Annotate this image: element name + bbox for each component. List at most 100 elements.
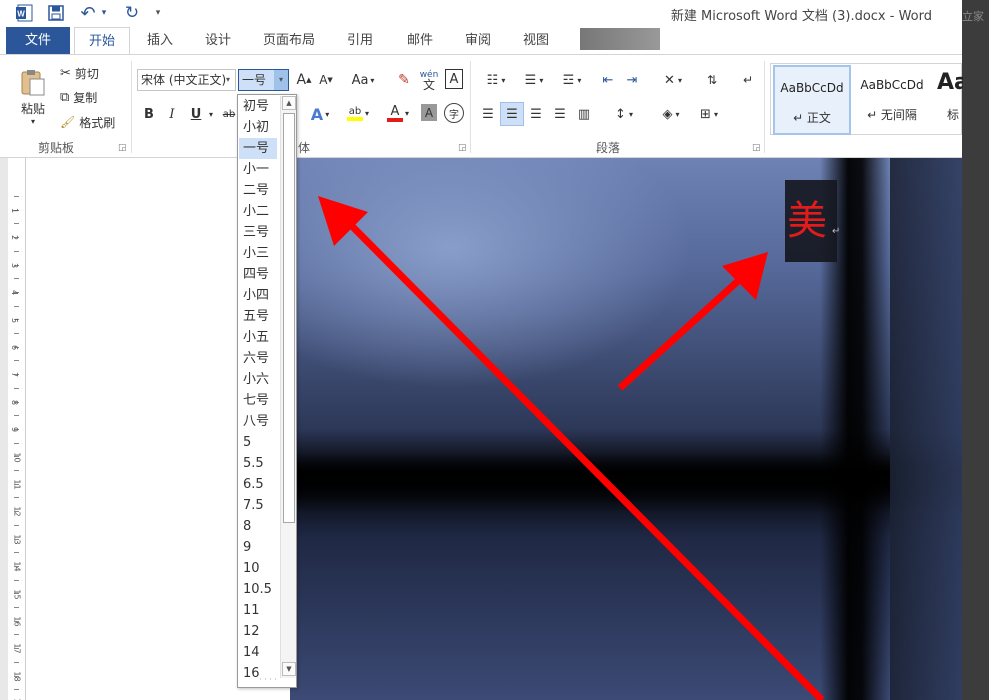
- font-size-option[interactable]: 三号: [239, 222, 277, 243]
- undo-icon[interactable]: ↶: [78, 3, 98, 24]
- tab-view[interactable]: 视图: [512, 27, 560, 54]
- tab-insert[interactable]: 插入: [136, 27, 184, 54]
- increase-indent-button[interactable]: ⇥: [622, 69, 642, 91]
- underline-dropdown-icon[interactable]: ▾: [206, 103, 216, 125]
- character-border-button[interactable]: A: [445, 69, 463, 89]
- copy-button[interactable]: ⧉ 复制: [60, 87, 97, 107]
- text-effects-button[interactable]: A ▾: [306, 103, 334, 125]
- cut-button[interactable]: ✂ 剪切: [60, 63, 99, 83]
- tab-references[interactable]: 引用: [336, 27, 384, 54]
- font-size-option[interactable]: 八号: [239, 411, 277, 432]
- font-size-option[interactable]: 6.5: [239, 474, 277, 495]
- tab-mailings[interactable]: 邮件: [396, 27, 444, 54]
- scroll-up-icon[interactable]: ▲: [282, 96, 296, 110]
- tab-design[interactable]: 设计: [194, 27, 242, 54]
- italic-button[interactable]: I: [164, 103, 180, 125]
- font-size-option[interactable]: 一号: [239, 138, 277, 159]
- grow-font-button[interactable]: A ▲: [296, 69, 312, 91]
- font-size-option[interactable]: 小初: [239, 117, 277, 138]
- character-shading-button[interactable]: A: [421, 104, 437, 121]
- font-color-button[interactable]: A ▾: [382, 101, 414, 125]
- style-normal[interactable]: AaBbCcDd ↵ 正文: [773, 65, 851, 135]
- line-spacing-button[interactable]: ↕ ▾: [608, 103, 640, 125]
- font-size-option[interactable]: 小一: [239, 159, 277, 180]
- scroll-down-icon[interactable]: ▼: [282, 662, 296, 676]
- style-no-spacing[interactable]: AaBbCcDd ↵ 无间隔: [853, 64, 931, 134]
- font-size-option[interactable]: 小四: [239, 285, 277, 306]
- numbering-button[interactable]: ☰ ▾: [516, 69, 552, 91]
- chinese-layout-button[interactable]: ✕ ▾: [656, 69, 690, 91]
- font-launcher-icon[interactable]: ◲: [458, 143, 467, 153]
- format-painter-button[interactable]: 🖌 格式刷: [60, 112, 115, 132]
- scroll-thumb[interactable]: [283, 113, 295, 523]
- borders-button[interactable]: ⊞ ▾: [692, 103, 726, 125]
- underline-button[interactable]: U: [188, 103, 204, 125]
- shrink-font-button[interactable]: A ▼: [318, 69, 334, 91]
- align-center-button[interactable]: ☰: [500, 102, 524, 126]
- font-size-option[interactable]: 8: [239, 516, 277, 537]
- multilevel-list-button[interactable]: ☲ ▾: [554, 69, 590, 91]
- clipboard-launcher-icon[interactable]: ◲: [118, 143, 127, 153]
- font-name-combo[interactable]: 宋体 (中文正文) ▾: [137, 69, 236, 91]
- font-size-option[interactable]: 四号: [239, 264, 277, 285]
- style-heading[interactable]: Aa 标: [933, 64, 963, 134]
- strikethrough-button[interactable]: ab: [222, 103, 236, 125]
- font-size-option[interactable]: 10.5: [239, 579, 277, 600]
- font-size-option[interactable]: 七号: [239, 390, 277, 411]
- highlight-icon: ab: [346, 106, 363, 121]
- font-size-option[interactable]: 小六: [239, 369, 277, 390]
- font-size-option[interactable]: 9: [239, 537, 277, 558]
- font-size-option[interactable]: 10: [239, 558, 277, 579]
- tab-review[interactable]: 审阅: [454, 27, 502, 54]
- font-size-option[interactable]: 小五: [239, 327, 277, 348]
- font-size-option[interactable]: 12: [239, 621, 277, 642]
- align-left-button[interactable]: ☰: [478, 103, 498, 125]
- sort-button[interactable]: ⇅: [702, 69, 722, 91]
- tab-file[interactable]: 文件: [6, 27, 70, 54]
- phonetic-guide-button[interactable]: wén 文: [418, 67, 440, 93]
- ruler-tick: [14, 305, 19, 307]
- font-size-option[interactable]: 11: [239, 600, 277, 621]
- font-size-option[interactable]: 二号: [239, 180, 277, 201]
- show-marks-button[interactable]: ↵: [738, 69, 758, 91]
- decrease-indent-button[interactable]: ⇤: [598, 69, 618, 91]
- paste-button[interactable]: 粘贴 ▾: [14, 63, 52, 131]
- redo-icon[interactable]: ↻: [122, 3, 142, 23]
- resize-grip-icon[interactable]: · · · ·: [256, 676, 280, 685]
- undo-dropdown-icon[interactable]: ▾: [99, 3, 109, 23]
- font-size-option[interactable]: 初号: [239, 96, 277, 117]
- font-size-option[interactable]: 5.5: [239, 453, 277, 474]
- justify-button[interactable]: ☰: [550, 103, 570, 125]
- tab-home[interactable]: 开始: [74, 27, 130, 55]
- distributed-button[interactable]: ▥: [574, 103, 594, 125]
- character-shading-icon: A: [424, 105, 434, 120]
- left-margin-strip: [0, 158, 8, 700]
- font-size-option[interactable]: 7.5: [239, 495, 277, 516]
- align-right-button[interactable]: ☰: [526, 103, 546, 125]
- bullets-button[interactable]: ☷ ▾: [478, 69, 514, 91]
- font-name-dropdown-icon[interactable]: ▾: [221, 70, 235, 90]
- font-size-option[interactable]: 小二: [239, 201, 277, 222]
- shading-button[interactable]: ◈ ▾: [654, 103, 688, 125]
- change-case-button[interactable]: Aa ▾: [348, 69, 378, 91]
- dropdown-scrollbar[interactable]: ▲ ▼: [280, 96, 296, 678]
- font-size-option[interactable]: 六号: [239, 348, 277, 369]
- font-size-dropdown-icon[interactable]: ▾: [274, 70, 288, 90]
- font-size-option[interactable]: 五号: [239, 306, 277, 327]
- enclose-characters-button[interactable]: 字: [444, 103, 464, 123]
- font-size-option[interactable]: 小三: [239, 243, 277, 264]
- highlight-button[interactable]: ab ▾: [342, 101, 374, 125]
- clear-formatting-button[interactable]: ✎: [394, 69, 414, 91]
- tab-page-layout[interactable]: 页面布局: [254, 27, 324, 54]
- save-icon[interactable]: [44, 3, 68, 23]
- font-size-option[interactable]: 5: [239, 432, 277, 453]
- ruler-tick: [14, 223, 19, 225]
- document-character[interactable]: 美: [787, 188, 827, 246]
- font-size-option[interactable]: 14: [239, 642, 277, 663]
- ruler-tick: [14, 415, 19, 417]
- font-size-combo[interactable]: 一号 ▾: [238, 69, 289, 91]
- style-no-spacing-label: ↵ 无间隔: [867, 108, 917, 122]
- customize-toolbar-icon[interactable]: ▾: [152, 3, 164, 23]
- paragraph-launcher-icon[interactable]: ◲: [752, 143, 761, 153]
- bold-button[interactable]: B: [141, 103, 157, 125]
